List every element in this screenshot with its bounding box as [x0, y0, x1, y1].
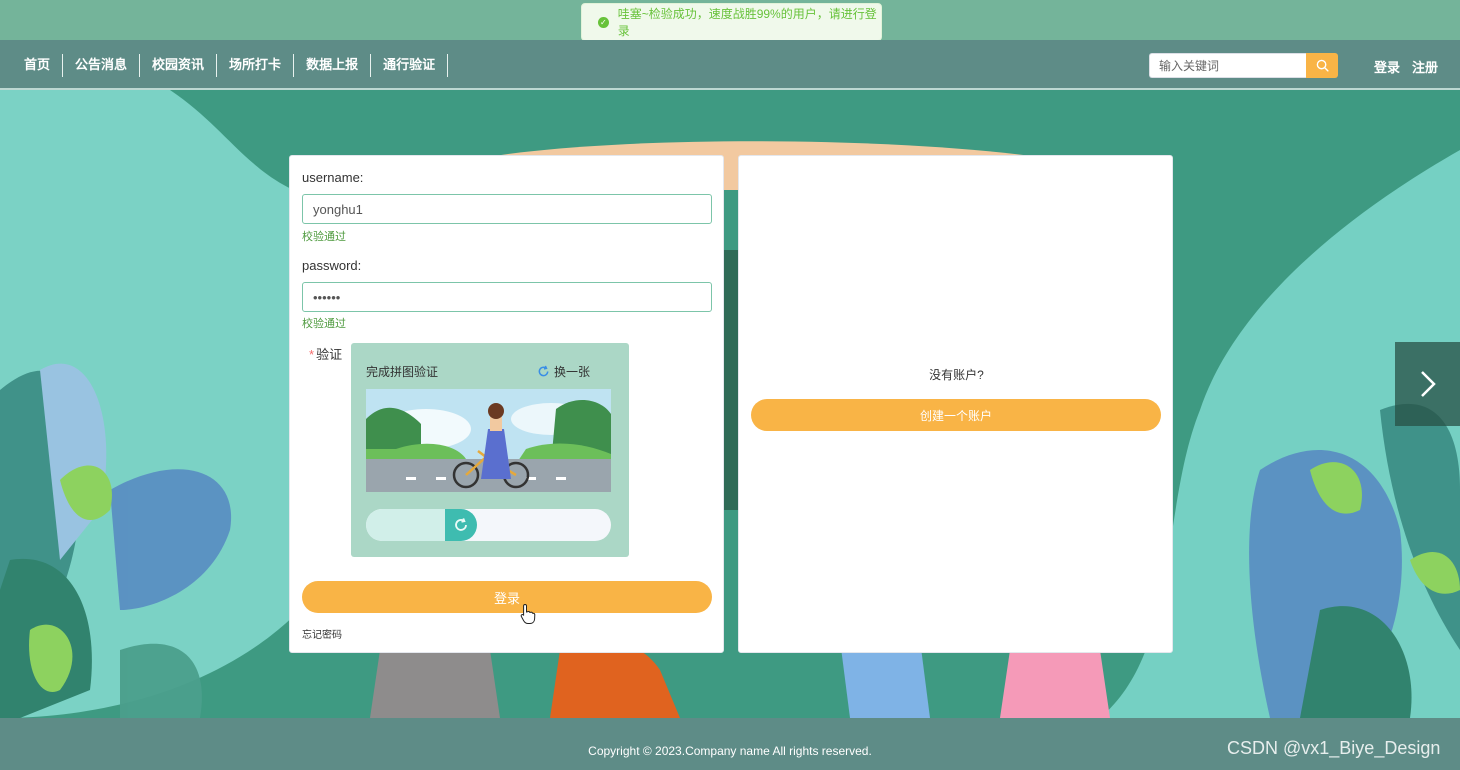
auth-links: 登录 注册 — [1374, 57, 1438, 76]
captcha-label-text: 验证 — [316, 347, 343, 362]
pointer-hand-icon — [520, 603, 536, 624]
toast-message: 哇塞~检验成功，速度战胜99%的用户，请进行登录 — [617, 7, 877, 38]
username-hint: 校验通过 — [302, 231, 346, 243]
no-account-prompt: 没有账户? — [929, 368, 984, 382]
success-toast: ✓ 哇塞~检验成功，速度战胜99%的用户，请进行登录 — [581, 3, 882, 41]
banner-illustration — [0, 90, 1460, 718]
forgot-password-link[interactable]: 忘记密码 — [302, 626, 342, 641]
captcha-slider-fill — [366, 509, 445, 541]
register-card: 没有账户? 创建一个账户 — [738, 155, 1173, 653]
username-label: username: — [302, 170, 364, 185]
captcha-puzzle-image — [366, 389, 611, 492]
puzzle-captcha: 完成拼图验证 换一张 — [351, 343, 629, 557]
search-icon — [1316, 59, 1329, 72]
login-link[interactable]: 登录 — [1374, 57, 1400, 76]
main-menu: 首页 公告消息 校园资讯 场所打卡 数据上报 通行验证 — [12, 54, 449, 77]
captcha-label: * 验证 — [309, 344, 342, 363]
hero-banner: username: 校验通过 password: 校验通过 *验证 完成拼图验证… — [0, 90, 1460, 718]
refresh-icon — [538, 365, 549, 377]
username-input[interactable] — [302, 194, 712, 224]
captcha-slider-track — [366, 509, 611, 541]
refresh-icon — [455, 518, 467, 531]
captcha-refresh-button[interactable]: 换一张 — [537, 363, 590, 380]
search-box — [1149, 53, 1339, 78]
password-input[interactable] — [302, 282, 712, 312]
password-label: password: — [302, 258, 362, 273]
password-hint: 校验通过 — [302, 318, 346, 330]
search-button[interactable] — [1306, 53, 1338, 78]
captcha-title: 完成拼图验证 — [366, 365, 439, 379]
nav-item-check-in[interactable]: 场所打卡 — [217, 54, 295, 77]
login-card: username: 校验通过 password: 校验通过 *验证 完成拼图验证… — [289, 155, 724, 653]
nav-item-announcements[interactable]: 公告消息 — [63, 54, 141, 77]
register-link[interactable]: 注册 — [1412, 57, 1438, 76]
captcha-refresh-label: 换一张 — [554, 365, 591, 379]
chevron-right-icon — [1420, 371, 1436, 397]
top-nav: 首页 公告消息 校园资讯 场所打卡 数据上报 通行验证 登录 注册 — [0, 40, 1460, 90]
watermark-text: CSDN @vx1_Biye_Design — [1227, 738, 1441, 758]
check-circle-icon: ✓ — [598, 16, 609, 28]
next-slide-button[interactable] — [1395, 342, 1460, 426]
login-submit-button[interactable]: 登录 — [302, 581, 712, 613]
footer: Copyright © 2023.Company name All rights… — [0, 718, 1460, 770]
nav-item-data-report[interactable]: 数据上报 — [294, 54, 372, 77]
nav-item-pass-verify[interactable]: 通行验证 — [371, 54, 449, 77]
nav-item-home[interactable]: 首页 — [12, 54, 64, 77]
required-mark: * — [309, 347, 315, 362]
search-input[interactable] — [1149, 53, 1306, 78]
create-account-button[interactable]: 创建一个账户 — [751, 399, 1161, 431]
captcha-slider-handle[interactable] — [445, 509, 477, 541]
nav-item-campus-news[interactable]: 校园资讯 — [140, 54, 218, 77]
